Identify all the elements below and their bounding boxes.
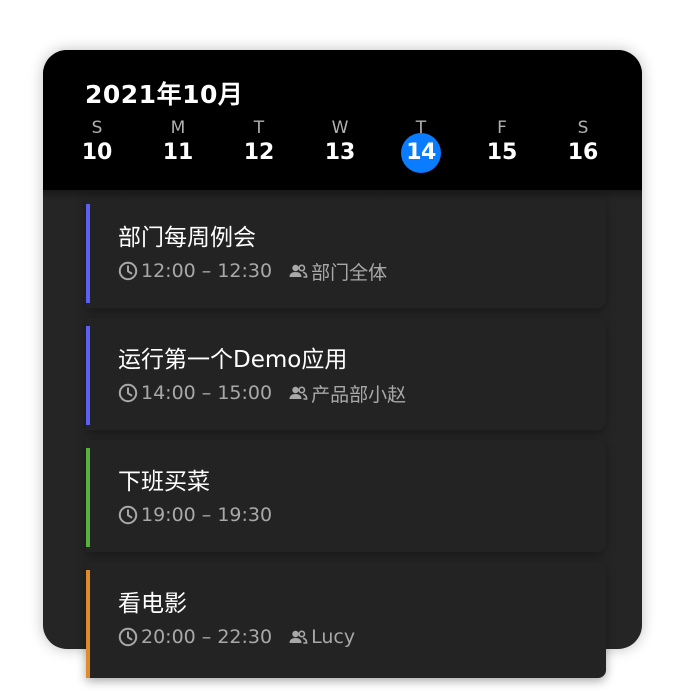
event-color-bar: [86, 204, 90, 303]
event-title: 运行第一个Demo应用: [118, 347, 348, 373]
clock-icon: [118, 505, 138, 525]
event-meta: 19:00 – 19:30: [118, 503, 272, 527]
clock-icon: [118, 261, 138, 281]
event-meta: 20:00 – 22:30 Lucy: [118, 625, 355, 649]
day-sunday-10[interactable]: S 10: [72, 118, 122, 178]
people-icon: [289, 386, 308, 400]
event-title: 下班买菜: [118, 469, 210, 495]
date-number: 15: [486, 140, 518, 165]
selected-date-number: 14: [401, 133, 441, 173]
event-meta: 12:00 – 12:30 部门全体: [118, 259, 388, 284]
event-meta: 14:00 – 15:00 产品部小赵: [118, 381, 407, 406]
month-title: 2021年10月: [85, 80, 244, 109]
day-monday-11[interactable]: M 11: [153, 118, 203, 178]
event-title: 部门每周例会: [118, 225, 256, 251]
date-number: 12: [243, 140, 275, 165]
day-thursday-14-selected[interactable]: T 14: [396, 118, 446, 178]
event-color-bar: [86, 448, 90, 547]
day-friday-15[interactable]: F 15: [477, 118, 527, 178]
day-tuesday-12[interactable]: T 12: [234, 118, 284, 178]
day-saturday-16[interactable]: S 16: [558, 118, 608, 178]
event-attendees: 部门全体: [311, 261, 388, 284]
event-time: 14:00 – 15:00: [141, 382, 273, 404]
event-color-bar: [86, 570, 90, 678]
event-time: 12:00 – 12:30: [141, 260, 273, 282]
people-icon: [289, 630, 308, 644]
clock-icon: [118, 627, 138, 647]
event-card-weekly-meeting[interactable]: 部门每周例会 12:00 – 12:30 部门全体: [86, 196, 606, 308]
people-icon: [289, 264, 308, 278]
event-card-watch-movie[interactable]: 看电影 20:00 – 22:30 Lucy: [86, 562, 606, 678]
event-title: 看电影: [118, 591, 187, 617]
calendar-header: 2021年10月 S 10 M 11 T 12 W 13 T 14 F 15 S…: [43, 50, 642, 200]
event-attendees: Lucy: [311, 626, 356, 648]
day-wednesday-13[interactable]: W 13: [315, 118, 365, 178]
event-attendees: 产品部小赵: [311, 383, 407, 406]
date-number: 10: [81, 140, 113, 165]
event-color-bar: [86, 326, 90, 425]
clock-icon: [118, 383, 138, 403]
event-time: 20:00 – 22:30: [141, 626, 273, 648]
date-number: 11: [162, 140, 194, 165]
event-time: 19:00 – 19:30: [141, 504, 273, 526]
date-number: 13: [324, 140, 356, 165]
event-card-run-demo[interactable]: 运行第一个Demo应用 14:00 – 15:00 产品部小赵: [86, 318, 606, 430]
event-card-buy-groceries[interactable]: 下班买菜 19:00 – 19:30: [86, 440, 606, 552]
date-number: 16: [567, 140, 599, 165]
